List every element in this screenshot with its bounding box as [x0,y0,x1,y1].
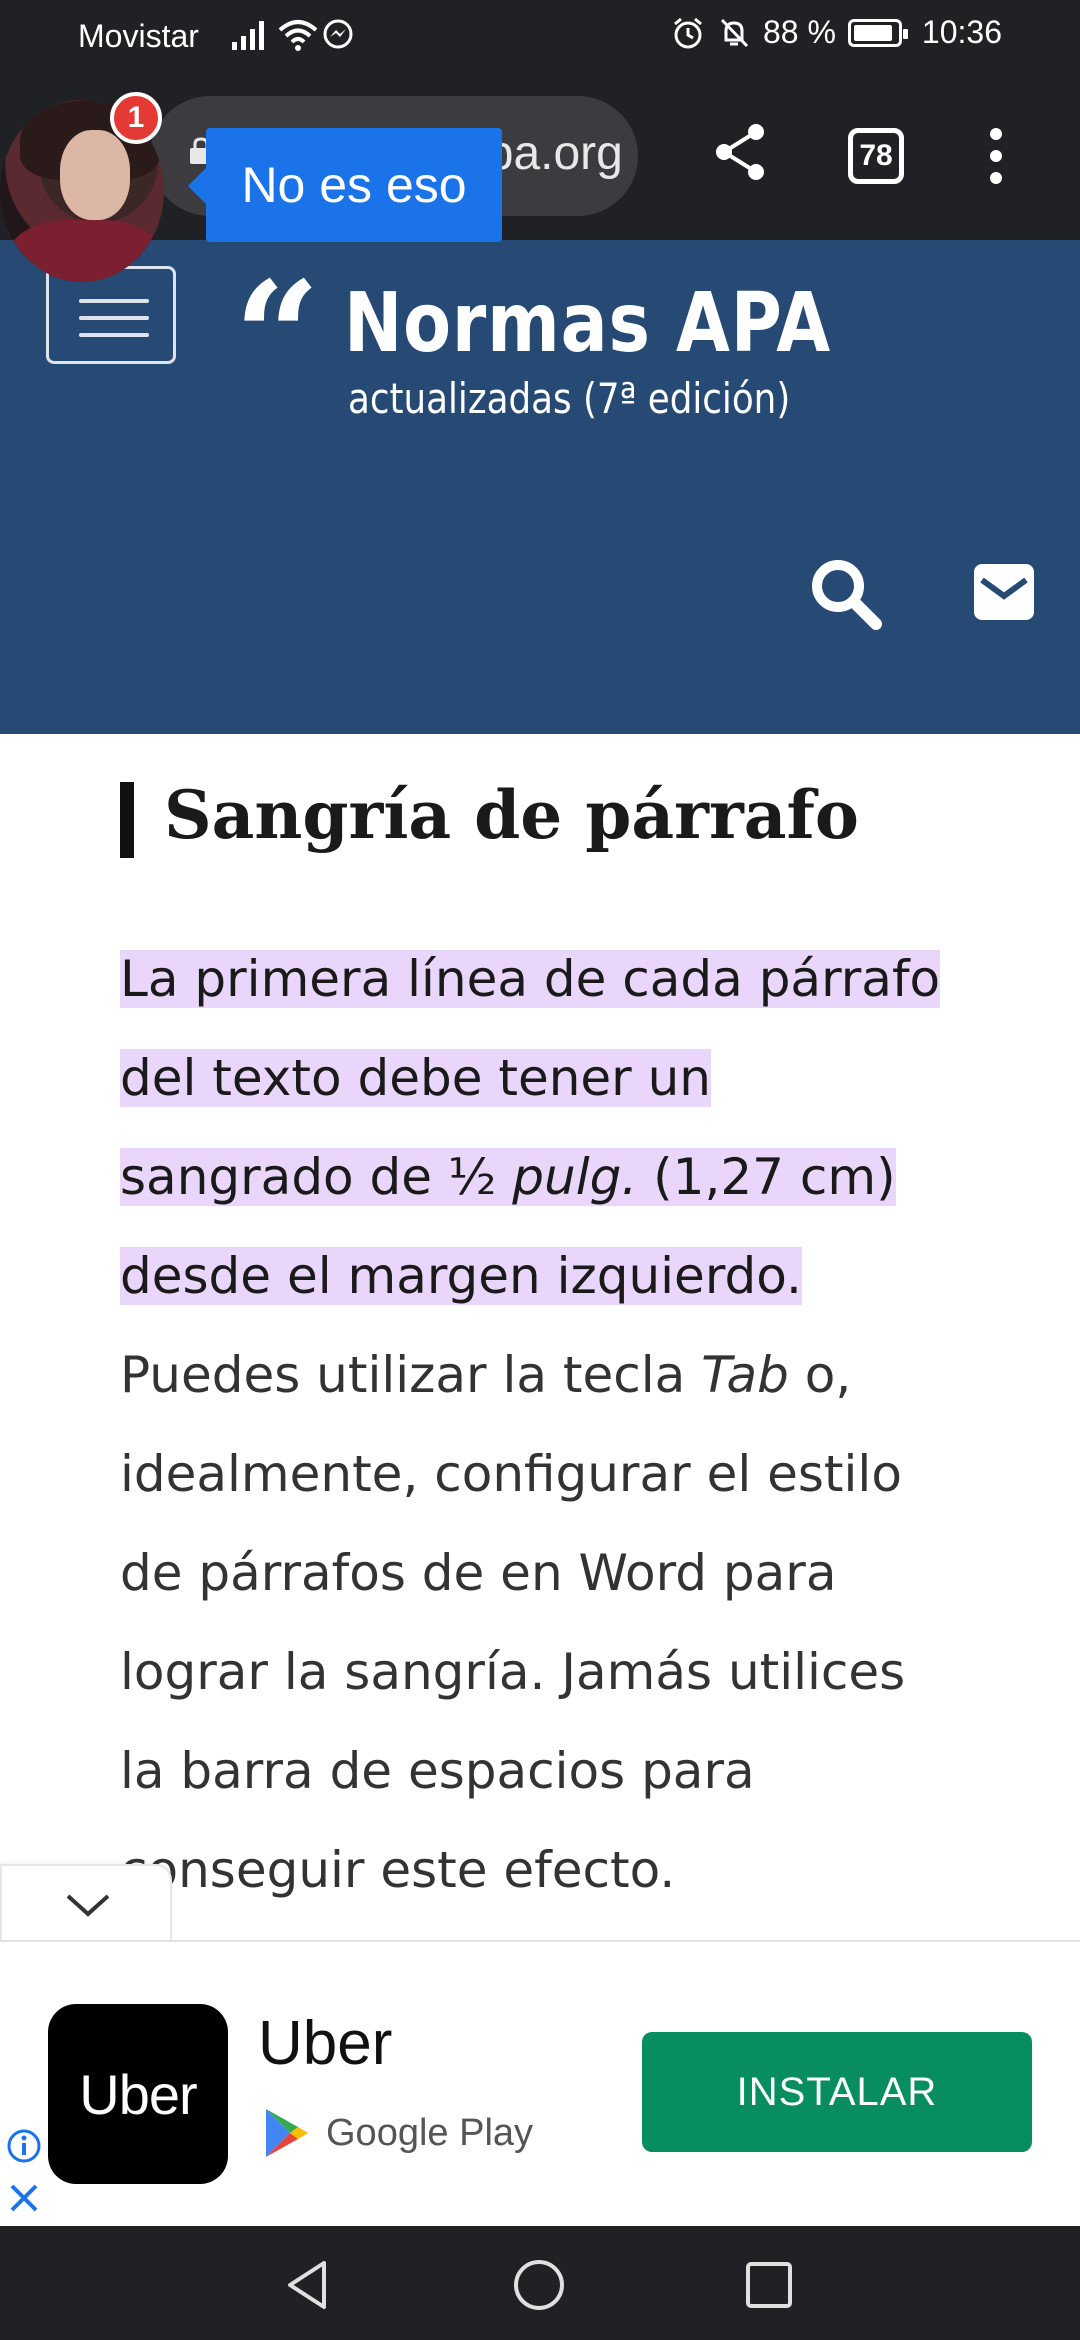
share-icon[interactable] [712,120,768,184]
google-play-badge: Google Play [262,2106,533,2160]
ad-app-name[interactable]: Uber [258,2008,392,2079]
close-icon[interactable] [6,2180,42,2216]
chevron-down-icon [66,1894,110,1917]
battery-icon [847,18,908,47]
ad-app-logo[interactable]: Uber [48,2004,228,2184]
carrier-name: Movistar [78,18,199,54]
highlighted-text: desde el margen izquierdo. [120,1247,802,1305]
tabs-button[interactable]: 78 [848,128,904,184]
store-name: Google Play [326,2111,534,2154]
article-paragraph: La primera línea de cada párrafo del tex… [120,930,1000,1920]
highlighted-text: La primera línea de cada párrafo [120,950,941,1008]
paragraph-line: conseguir este efecto. [120,1841,676,1899]
messenger-icon [323,19,353,49]
site-logo-title[interactable]: Normas APA [344,276,831,371]
battery-percent: 88 % [762,14,836,50]
google-play-icon [266,2109,308,2157]
info-icon[interactable] [6,2128,42,2164]
quote-icon: “ [234,249,321,425]
clock: 10:36 [921,14,1002,50]
heading-accent-bar [120,782,134,858]
highlighted-text: del texto debe tener un [120,1049,711,1107]
more-icon[interactable] [982,124,1010,188]
section-heading: Sangría de párrafo [164,776,859,854]
site-logo-subtitle: actualizadas (7ª edición) [348,374,791,423]
search-icon[interactable] [808,556,884,632]
recents-icon[interactable] [744,2258,794,2312]
system-nav-bar [0,2226,1080,2340]
notification-badge: 1 [110,92,162,144]
paragraph-line: lograr la sangría. Jamás utilices [120,1643,906,1701]
paragraph-line: Puedes utilizar la tecla Tab o, [120,1346,852,1404]
status-bar: Movistar 88 % 10:36 [0,0,1080,76]
mail-icon[interactable] [972,562,1036,622]
paragraph-line: idealmente, configurar el estilo [120,1445,902,1503]
back-icon[interactable] [282,2258,332,2312]
wifi-icon [278,20,318,51]
site-header: “ Normas APA actualizadas (7ª edición) [0,240,1080,734]
paragraph-line: de párrafos de en Word para [120,1544,837,1602]
ad-collapse-button[interactable] [0,1864,172,1940]
chat-head-tooltip: No es eso [188,128,502,242]
alarm-icon [674,17,702,48]
browser-toolbar: normasapa.org 78 [0,76,1080,240]
install-button[interactable]: INSTALAR [642,2032,1032,2152]
home-icon[interactable] [512,2258,566,2312]
ad-banner: Uber Uber Google Play INSTALAR [0,1940,1080,2226]
mute-icon [720,18,749,47]
paragraph-line: la barra de espacios para [120,1742,755,1800]
signal-icon [232,21,264,50]
highlighted-text: sangrado de ½ pulg. (1,27 cm) [120,1148,896,1206]
